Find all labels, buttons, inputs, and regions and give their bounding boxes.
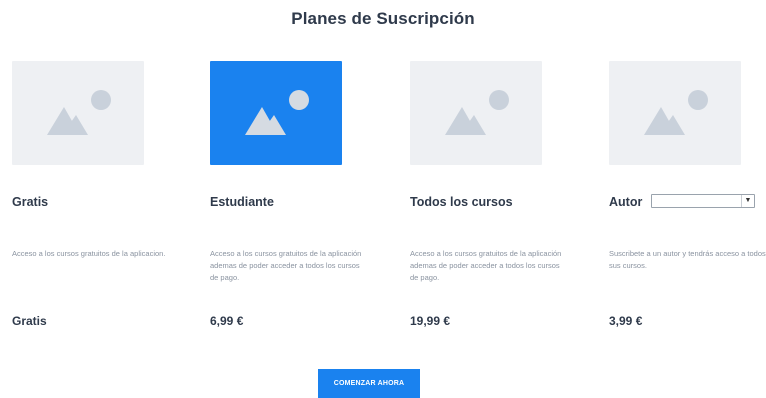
plan-image[interactable]	[609, 61, 741, 165]
plan-name-row: Autor ▼	[609, 194, 755, 209]
plan-description: Acceso a los cursos gratuitos de la apli…	[210, 249, 362, 282]
image-placeholder-icon	[445, 90, 509, 135]
dropdown-arrow-icon[interactable]: ▼	[741, 195, 754, 207]
plan-card-todos-los-cursos[interactable]: Todos los cursos Acceso a los cursos gra…	[410, 61, 600, 341]
plan-name: Estudiante	[210, 195, 274, 209]
plan-price: 6,99 €	[210, 314, 244, 328]
plan-price: Gratis	[12, 314, 47, 328]
image-placeholder-icon	[47, 90, 111, 135]
plan-description: Acceso a los cursos gratuitos de la apli…	[410, 249, 562, 282]
plan-image[interactable]	[410, 61, 542, 165]
comenzar-ahora-button[interactable]: COMENZAR AHORA	[318, 369, 420, 398]
plan-image[interactable]	[210, 61, 342, 165]
plan-name: Todos los cursos	[410, 195, 513, 209]
plan-card-autor[interactable]: Autor ▼ Suscribete a un autor y tendrás …	[609, 61, 766, 341]
image-placeholder-icon	[245, 90, 309, 135]
plan-image[interactable]	[12, 61, 144, 165]
plan-price: 19,99 €	[410, 314, 451, 328]
author-select[interactable]: ▼	[651, 194, 755, 208]
plan-card-gratis[interactable]: Gratis Acceso a los cursos gratuitos de …	[12, 61, 202, 341]
plan-description: Acceso a los cursos gratuitos de la apli…	[12, 249, 166, 258]
page-title: Planes de Suscripción	[291, 9, 475, 28]
image-placeholder-icon	[644, 90, 708, 135]
plan-name: Autor	[609, 195, 643, 209]
plan-name: Gratis	[12, 195, 49, 209]
plan-card-estudiante[interactable]: Estudiante Acceso a los cursos gratuitos…	[210, 61, 400, 341]
plan-price: 3,99 €	[609, 314, 643, 328]
plan-description: Suscribete a un autor y tendrás acceso a…	[609, 249, 766, 270]
